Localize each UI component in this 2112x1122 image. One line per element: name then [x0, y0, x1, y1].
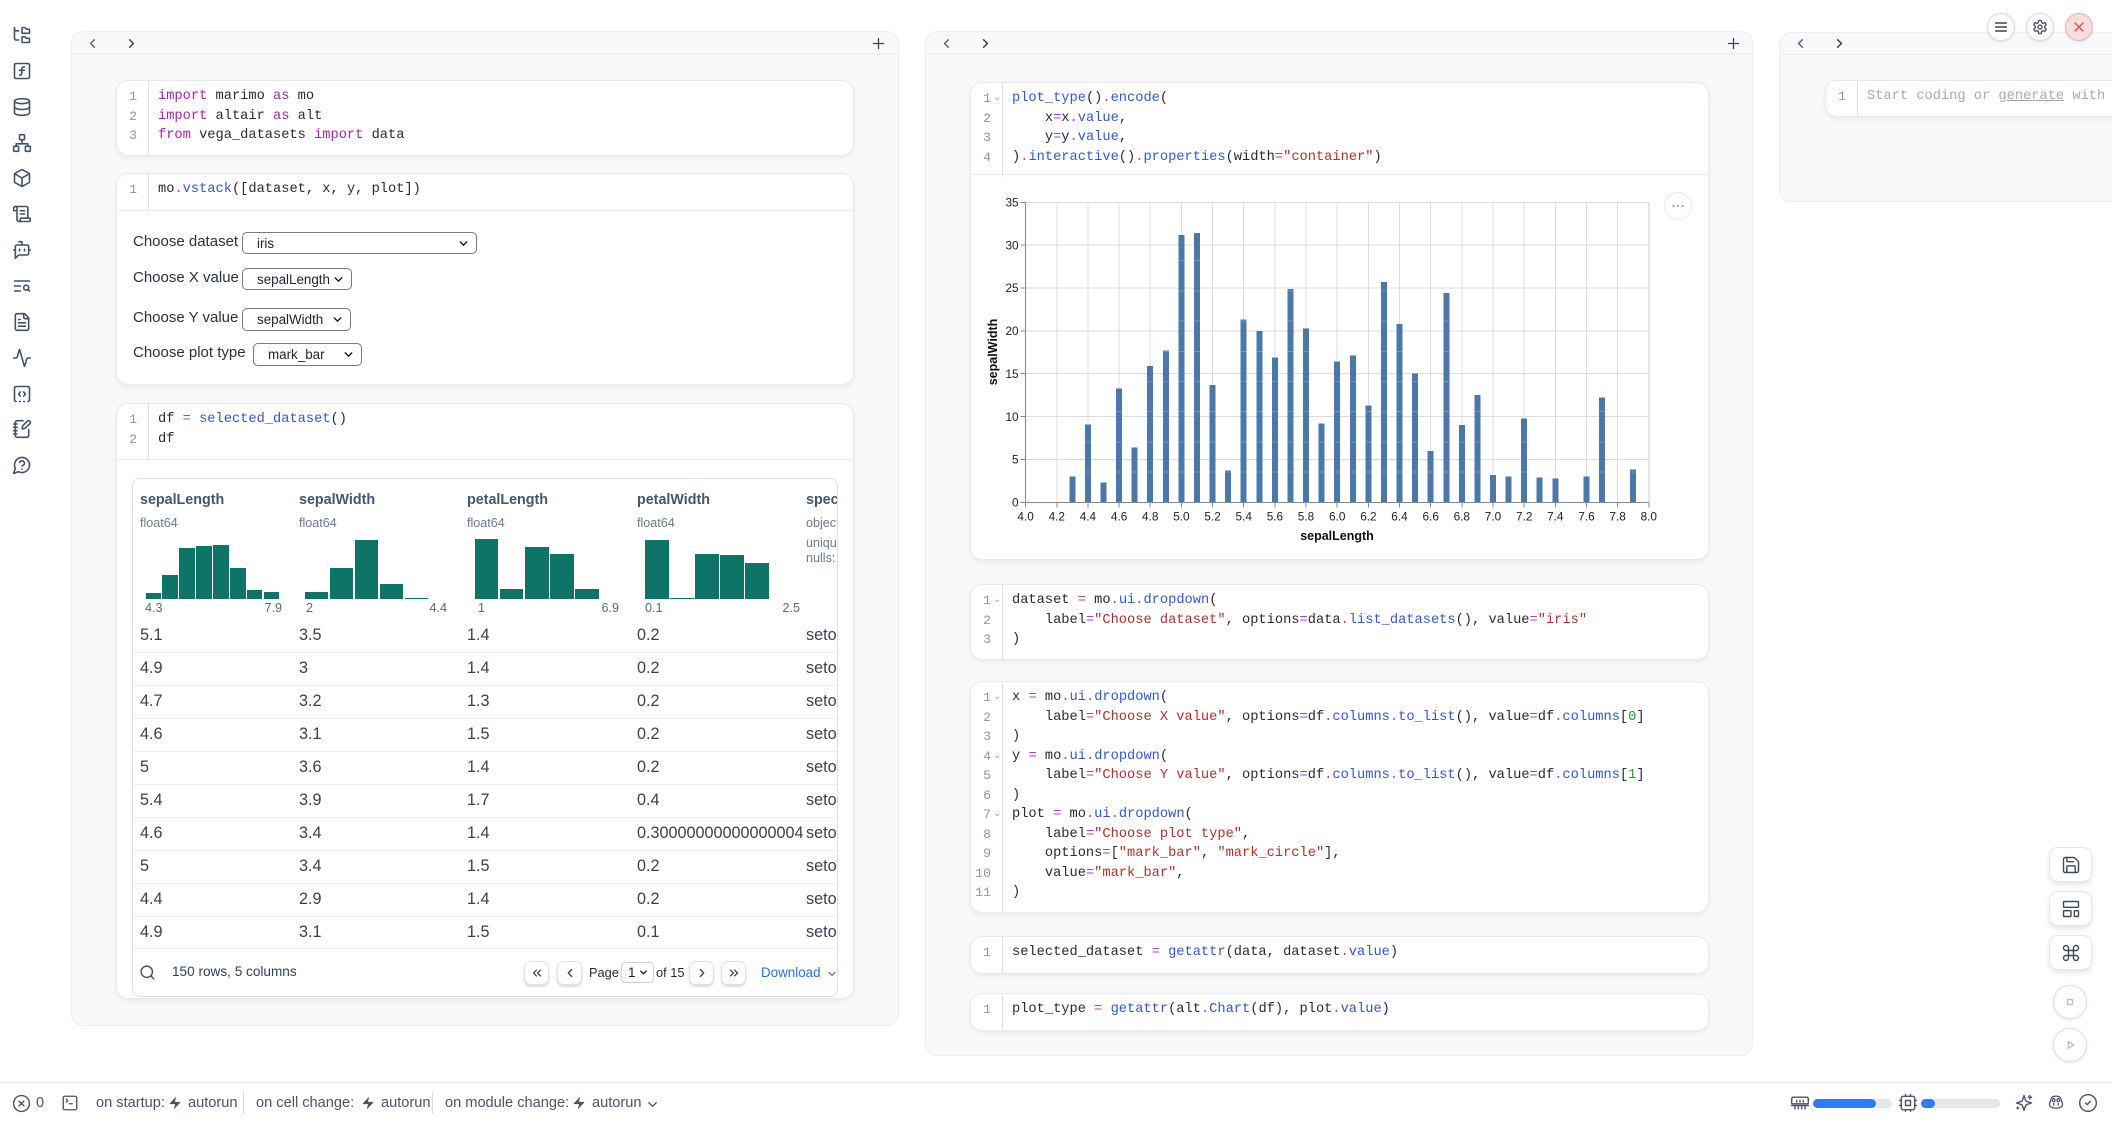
svg-text:25: 25 — [1005, 281, 1019, 295]
svg-text:7.6: 7.6 — [1578, 509, 1595, 523]
svg-text:10: 10 — [1005, 410, 1019, 424]
svg-text:20: 20 — [1005, 324, 1019, 338]
svg-text:6.0: 6.0 — [1329, 509, 1346, 523]
svg-text:7.8: 7.8 — [1609, 509, 1626, 523]
svg-text:35: 35 — [1005, 196, 1019, 210]
svg-text:6.2: 6.2 — [1360, 509, 1376, 523]
svg-text:5.6: 5.6 — [1267, 509, 1284, 523]
svg-text:5: 5 — [1012, 453, 1019, 467]
svg-text:7.4: 7.4 — [1547, 509, 1564, 523]
svg-text:6.4: 6.4 — [1391, 509, 1408, 523]
svg-text:0: 0 — [1012, 496, 1019, 510]
svg-text:5.0: 5.0 — [1173, 509, 1190, 523]
svg-text:4.6: 4.6 — [1111, 509, 1128, 523]
svg-text:4.8: 4.8 — [1142, 509, 1159, 523]
svg-text:4.0: 4.0 — [1017, 509, 1034, 523]
svg-text:sepalWidth: sepalWidth — [986, 319, 1000, 386]
svg-text:4.2: 4.2 — [1049, 509, 1065, 523]
svg-text:7.2: 7.2 — [1516, 509, 1532, 523]
svg-text:15: 15 — [1005, 367, 1019, 381]
svg-text:5.2: 5.2 — [1204, 509, 1220, 523]
svg-text:30: 30 — [1005, 238, 1019, 252]
svg-text:sepalLength: sepalLength — [1300, 529, 1374, 543]
svg-text:7.0: 7.0 — [1485, 509, 1502, 523]
svg-text:8.0: 8.0 — [1641, 509, 1658, 523]
svg-text:6.6: 6.6 — [1422, 509, 1439, 523]
svg-text:5.4: 5.4 — [1235, 509, 1252, 523]
svg-text:5.8: 5.8 — [1298, 509, 1315, 523]
svg-text:4.4: 4.4 — [1080, 509, 1097, 523]
svg-text:6.8: 6.8 — [1454, 509, 1471, 523]
